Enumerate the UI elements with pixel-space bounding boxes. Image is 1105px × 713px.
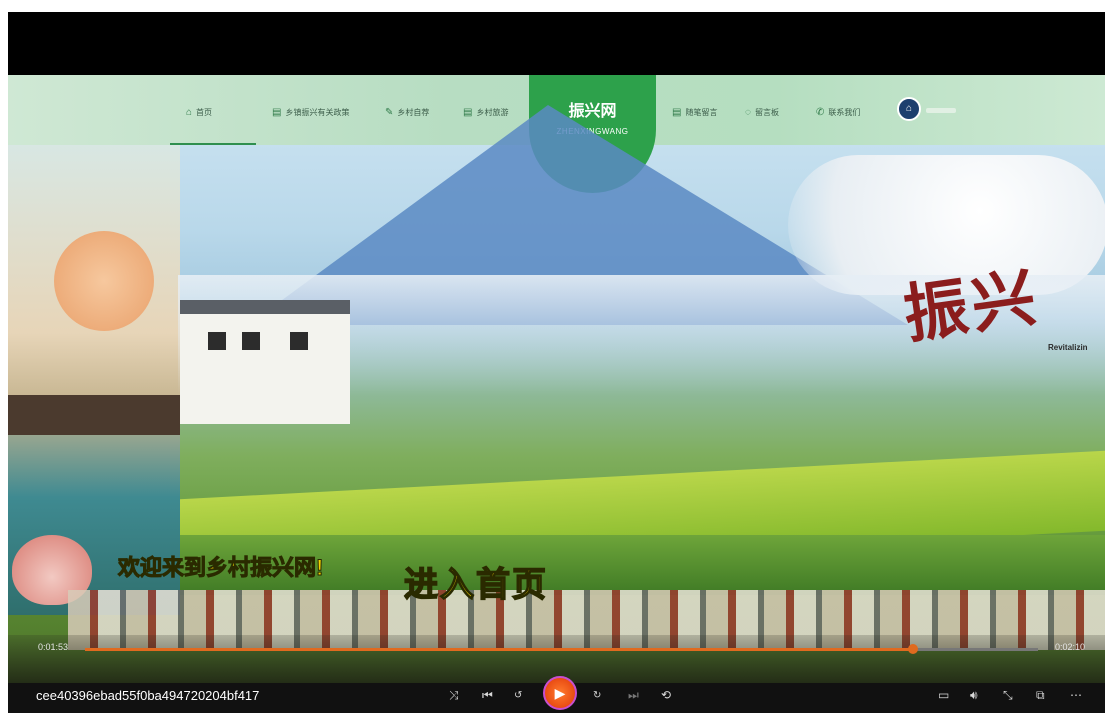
play-icon: ▶ xyxy=(554,685,566,701)
user-name-placeholder xyxy=(926,108,956,113)
roof-illustration xyxy=(8,395,180,435)
welcome-caption: 欢迎来到乡村振兴网! xyxy=(117,555,324,581)
left-art-panel xyxy=(8,145,180,615)
nav-active-underline xyxy=(170,143,256,145)
video-player: ⌂ 首页 ▤ 乡镇振兴有关政策 ✎ 乡村自荐 ▤ 乡村旅游 振兴网 ZHENXI… xyxy=(8,12,1105,713)
nav-item-label: 首页 xyxy=(196,108,213,117)
forward-30-icon[interactable]: ↻ xyxy=(593,690,601,701)
video-title: cee40396ebad55f0ba494720204bf417 xyxy=(36,688,260,703)
seek-bar[interactable] xyxy=(85,644,1038,654)
home-icon: ⌂ xyxy=(186,107,193,118)
rewind-10-icon[interactable]: ↺ xyxy=(514,690,522,701)
video-frame[interactable]: ⌂ 首页 ▤ 乡镇振兴有关政策 ✎ 乡村自荐 ▤ 乡村旅游 振兴网 ZHENXI… xyxy=(8,75,1105,690)
seek-bar-progress xyxy=(85,648,914,651)
total-time: 0:02:10 xyxy=(1055,642,1086,652)
house-window xyxy=(290,332,308,350)
repeat-icon[interactable]: ⟲ xyxy=(661,688,671,702)
more-icon[interactable]: ⋯ xyxy=(1070,688,1082,702)
house-window xyxy=(208,332,226,350)
subtitles-icon[interactable]: ▭ xyxy=(938,688,949,702)
house-image xyxy=(180,300,350,424)
volume-icon[interactable]: 🔊︎ xyxy=(970,688,978,703)
shuffle-icon[interactable]: ⤨ xyxy=(449,688,459,703)
current-time: 0:01:53 xyxy=(38,642,69,652)
next-icon[interactable]: ⏭ xyxy=(628,688,639,703)
miniplayer-icon[interactable]: ⧉ xyxy=(1036,688,1045,703)
banner-english-text: Revitalizin xyxy=(1048,343,1088,352)
nav-item-home: ⌂ 首页 xyxy=(186,107,212,118)
player-top-bar xyxy=(8,12,1105,75)
play-button[interactable]: ▶ xyxy=(543,676,577,710)
enter-homepage-caption: 进入首页 xyxy=(403,565,548,605)
banner-calligraphy: 振兴 xyxy=(899,259,1045,354)
house-window xyxy=(242,332,260,350)
sun-illustration xyxy=(54,231,154,331)
minimize-icon[interactable]: ⤡ xyxy=(1003,688,1013,703)
previous-icon[interactable]: ⏮ xyxy=(482,688,493,703)
